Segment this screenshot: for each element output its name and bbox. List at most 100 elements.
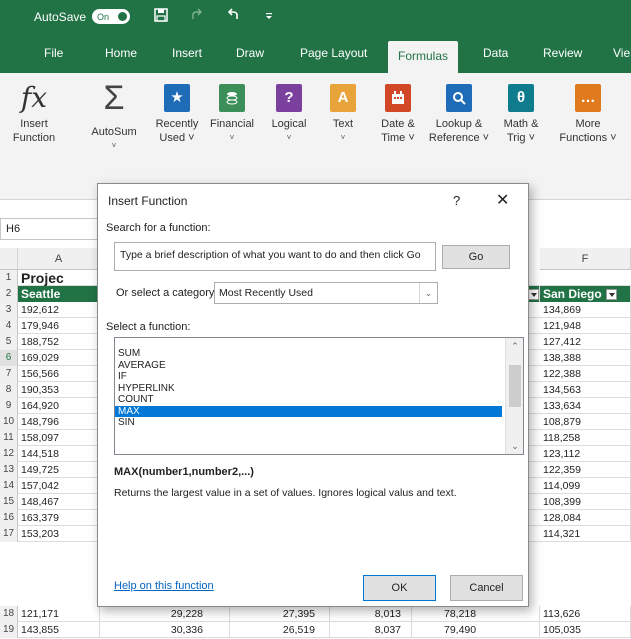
cell-san-diego[interactable]: 123,112 [540,446,631,462]
cell[interactable]: 30,336 [100,622,230,638]
row-number[interactable]: 12 [0,446,18,462]
cell-seattle[interactable]: 148,796 [18,414,100,430]
row-number[interactable]: 9 [0,398,18,414]
save-icon[interactable] [152,7,170,26]
tab-review[interactable]: Review [543,33,582,73]
undo-icon[interactable] [224,7,242,26]
tab-data[interactable]: Data [483,33,508,73]
help-icon[interactable]: ? [453,193,460,208]
function-search-input[interactable]: Type a brief description of what you wan… [114,242,436,271]
cell-seattle[interactable]: 164,920 [18,398,100,414]
cell-seattle[interactable]: 156,566 [18,366,100,382]
insert-function-button[interactable]: fx Insert Function [9,82,59,145]
cell-seattle[interactable]: 192,612 [18,302,100,318]
cell[interactable]: 8,037 [330,622,412,638]
cell[interactable]: 79,490 [412,622,540,638]
function-list-item[interactable]: SIN [115,417,502,429]
cell-san-diego[interactable]: 133,634 [540,398,631,414]
header-cell-san-diego[interactable]: San Diego [540,286,631,302]
chevron-down-icon[interactable]: ⌄ [419,283,437,303]
redo-icon[interactable] [188,8,206,26]
tab-file[interactable]: File [44,33,63,73]
cell-san-diego[interactable]: 127,412 [540,334,631,350]
more-functions-button[interactable]: … More Functions ˅ [555,82,621,145]
filter-dropdown-icon[interactable] [605,289,617,301]
row-number[interactable]: 10 [0,414,18,430]
financial-button[interactable]: Financial ˅ [205,82,259,145]
row-number[interactable]: 13 [0,462,18,478]
autosum-button[interactable]: Σ AutoSum ˅ [88,81,140,153]
cell-seattle[interactable]: 149,725 [18,462,100,478]
cell[interactable]: 8,013 [330,606,412,622]
function-list-item[interactable]: HYPERLINK [115,383,502,395]
cell-san-diego[interactable]: 121,948 [540,318,631,334]
row-number[interactable]: 8 [0,382,18,398]
autosave-toggle[interactable]: On [92,9,131,24]
cell-seattle[interactable]: 163,379 [18,510,100,526]
function-list-item[interactable]: MAX [115,405,502,417]
name-box[interactable]: H6 [0,218,100,240]
cell-seattle[interactable]: 169,029 [18,350,100,366]
cell[interactable]: 26,519 [230,622,330,638]
row-number[interactable]: 18 [0,606,18,622]
row-number[interactable]: 7 [0,366,18,382]
cell[interactable]: 29,228 [100,606,230,622]
cell-san-diego[interactable]: 128,084 [540,510,631,526]
tab-view[interactable]: Vie [613,33,630,73]
select-all-corner[interactable] [0,248,18,270]
cell-seattle[interactable]: 144,518 [18,446,100,462]
row-number[interactable]: 14 [0,478,18,494]
cell-seattle[interactable]: 158,097 [18,430,100,446]
cell-san-diego[interactable]: 122,359 [540,462,631,478]
lookup-reference-button[interactable]: Lookup & Reference ˅ [428,82,490,145]
row-number[interactable]: 4 [0,318,18,334]
tab-formulas[interactable]: Formulas [388,41,459,73]
date-time-button[interactable]: Date & Time ˅ [373,82,423,145]
row-number[interactable]: 2 [0,286,18,302]
filter-cell[interactable] [528,286,540,302]
row-number[interactable]: 5 [0,334,18,350]
cell-san-diego[interactable]: 138,388 [540,350,631,366]
row-number[interactable]: 3 [0,302,18,318]
function-list-item[interactable]: IF [115,371,502,383]
row-number[interactable]: 16 [0,510,18,526]
category-select[interactable]: Most Recently Used ⌄ [214,282,438,304]
row-number[interactable]: 17 [0,526,18,542]
cell-seattle[interactable]: 190,353 [18,382,100,398]
customize-qat-icon[interactable] [260,8,278,25]
math-trig-button[interactable]: θ Math & Trig ˅ [496,82,546,145]
row-number[interactable]: 19 [0,622,18,638]
cell-seattle[interactable]: 148,467 [18,494,100,510]
ok-button[interactable]: OK [363,575,436,601]
function-list-item[interactable]: AVERAGE [115,360,502,372]
tab-home[interactable]: Home [105,33,137,73]
row-number[interactable]: 15 [0,494,18,510]
tab-draw[interactable]: Draw [236,33,264,73]
cell[interactable]: 143,855 [18,622,100,638]
logical-button[interactable]: ? Logical ˅ [265,82,313,145]
help-on-function-link[interactable]: Help on this function [114,580,214,592]
sheet-title-cell[interactable]: Projec [18,270,100,286]
tab-page-layout[interactable]: Page Layout [300,33,367,73]
cell-seattle[interactable]: 157,042 [18,478,100,494]
cell[interactable]: 121,171 [18,606,100,622]
tab-insert[interactable]: Insert [172,33,202,73]
cell-seattle[interactable]: 179,946 [18,318,100,334]
recently-used-button[interactable]: ★ Recently Used ˅ [151,82,203,145]
header-cell-seattle[interactable]: Seattle [18,286,100,302]
text-button[interactable]: A Text ˅ [320,82,366,145]
cell-san-diego[interactable]: 134,563 [540,382,631,398]
cell-seattle[interactable]: 188,752 [18,334,100,350]
cell[interactable]: 78,218 [412,606,540,622]
cell-san-diego[interactable]: 114,321 [540,526,631,542]
function-list-item[interactable]: SUM [115,348,502,360]
cell[interactable]: 105,035 [540,622,631,638]
cell-san-diego[interactable]: 118,258 [540,430,631,446]
cancel-button[interactable]: Cancel [450,575,523,601]
cell-san-diego[interactable]: 108,879 [540,414,631,430]
cell[interactable]: 113,626 [540,606,631,622]
scroll-thumb[interactable] [509,365,521,407]
row-number[interactable]: 1 [0,270,18,286]
function-list-item[interactable]: COUNT [115,394,502,406]
scroll-up-icon[interactable]: ⌃ [506,338,523,354]
